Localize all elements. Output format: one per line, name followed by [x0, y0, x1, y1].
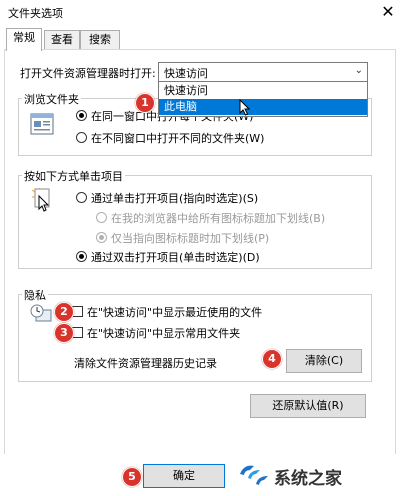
- radio-double-click[interactable]: [76, 251, 87, 262]
- chevron-down-icon: ⌄: [354, 65, 363, 76]
- single-click-label[interactable]: 通过单击打开项目(指向时选定)(S): [91, 190, 258, 206]
- radio-underline-point[interactable]: [96, 232, 107, 243]
- history-clock-icon: [30, 304, 52, 322]
- radio-single-click[interactable]: [76, 192, 87, 203]
- dropdown-option-quick-access[interactable]: 快速访问: [159, 83, 367, 99]
- site-logo-icon: [240, 465, 268, 485]
- annotation-badge-1: 1: [135, 93, 155, 113]
- dropdown-option-this-pc[interactable]: 此电脑: [159, 99, 367, 115]
- tab-search[interactable]: 搜索: [80, 30, 120, 49]
- clear-history-button[interactable]: 清除(C): [286, 349, 362, 373]
- pointer-click-icon: [32, 188, 50, 212]
- open-explorer-label: 打开文件资源管理器时打开:: [20, 67, 156, 80]
- double-click-label[interactable]: 通过双击打开项目(单击时选定)(D): [91, 249, 260, 265]
- watermark-text: 系统之家: [274, 469, 342, 489]
- new-window-label[interactable]: 在不同窗口中打开不同的文件夹(W): [91, 130, 264, 146]
- mouse-cursor-icon: [239, 99, 251, 116]
- tab-view[interactable]: 查看: [44, 30, 80, 49]
- annotation-badge-3: 3: [54, 323, 74, 343]
- tab-general[interactable]: 常规: [6, 28, 42, 51]
- click-items-title: 按如下方式单击项目: [22, 168, 125, 184]
- close-icon[interactable]: ✕: [378, 2, 398, 22]
- radio-same-window[interactable]: [76, 110, 87, 121]
- folder-window-icon: [30, 113, 54, 135]
- underline-all-label: 在我的浏览器中给所有图标标题加下划线(B): [111, 212, 326, 225]
- ok-button[interactable]: 确定: [143, 464, 225, 488]
- combobox-value: 快速访问: [164, 67, 208, 80]
- radio-new-window[interactable]: [76, 132, 87, 143]
- restore-defaults-button[interactable]: 还原默认值(R): [250, 394, 366, 418]
- underline-point-label: 仅当指向图标标题时加下划线(P): [111, 232, 270, 245]
- frequent-folders-label[interactable]: 在"快速访问"中显示常用文件夹: [87, 325, 240, 341]
- open-explorer-combobox[interactable]: 快速访问 ⌄: [158, 62, 368, 82]
- clear-history-label: 清除文件资源管理器历史记录: [74, 357, 217, 370]
- annotation-badge-4: 4: [262, 349, 282, 369]
- tab-strip: 常规 查看 搜索: [0, 26, 400, 51]
- title-bar: 文件夹选项 ✕: [0, 0, 400, 26]
- radio-underline-all[interactable]: [96, 212, 107, 223]
- annotation-badge-5: 5: [122, 467, 142, 487]
- recent-files-label[interactable]: 在"快速访问"中显示最近使用的文件: [87, 304, 262, 320]
- privacy-title: 隐私: [22, 287, 48, 303]
- browse-folders-title: 浏览文件夹: [22, 91, 81, 107]
- annotation-badge-2: 2: [54, 302, 74, 322]
- window-title: 文件夹选项: [8, 7, 63, 20]
- open-explorer-dropdown: 快速访问 此电脑: [158, 81, 368, 117]
